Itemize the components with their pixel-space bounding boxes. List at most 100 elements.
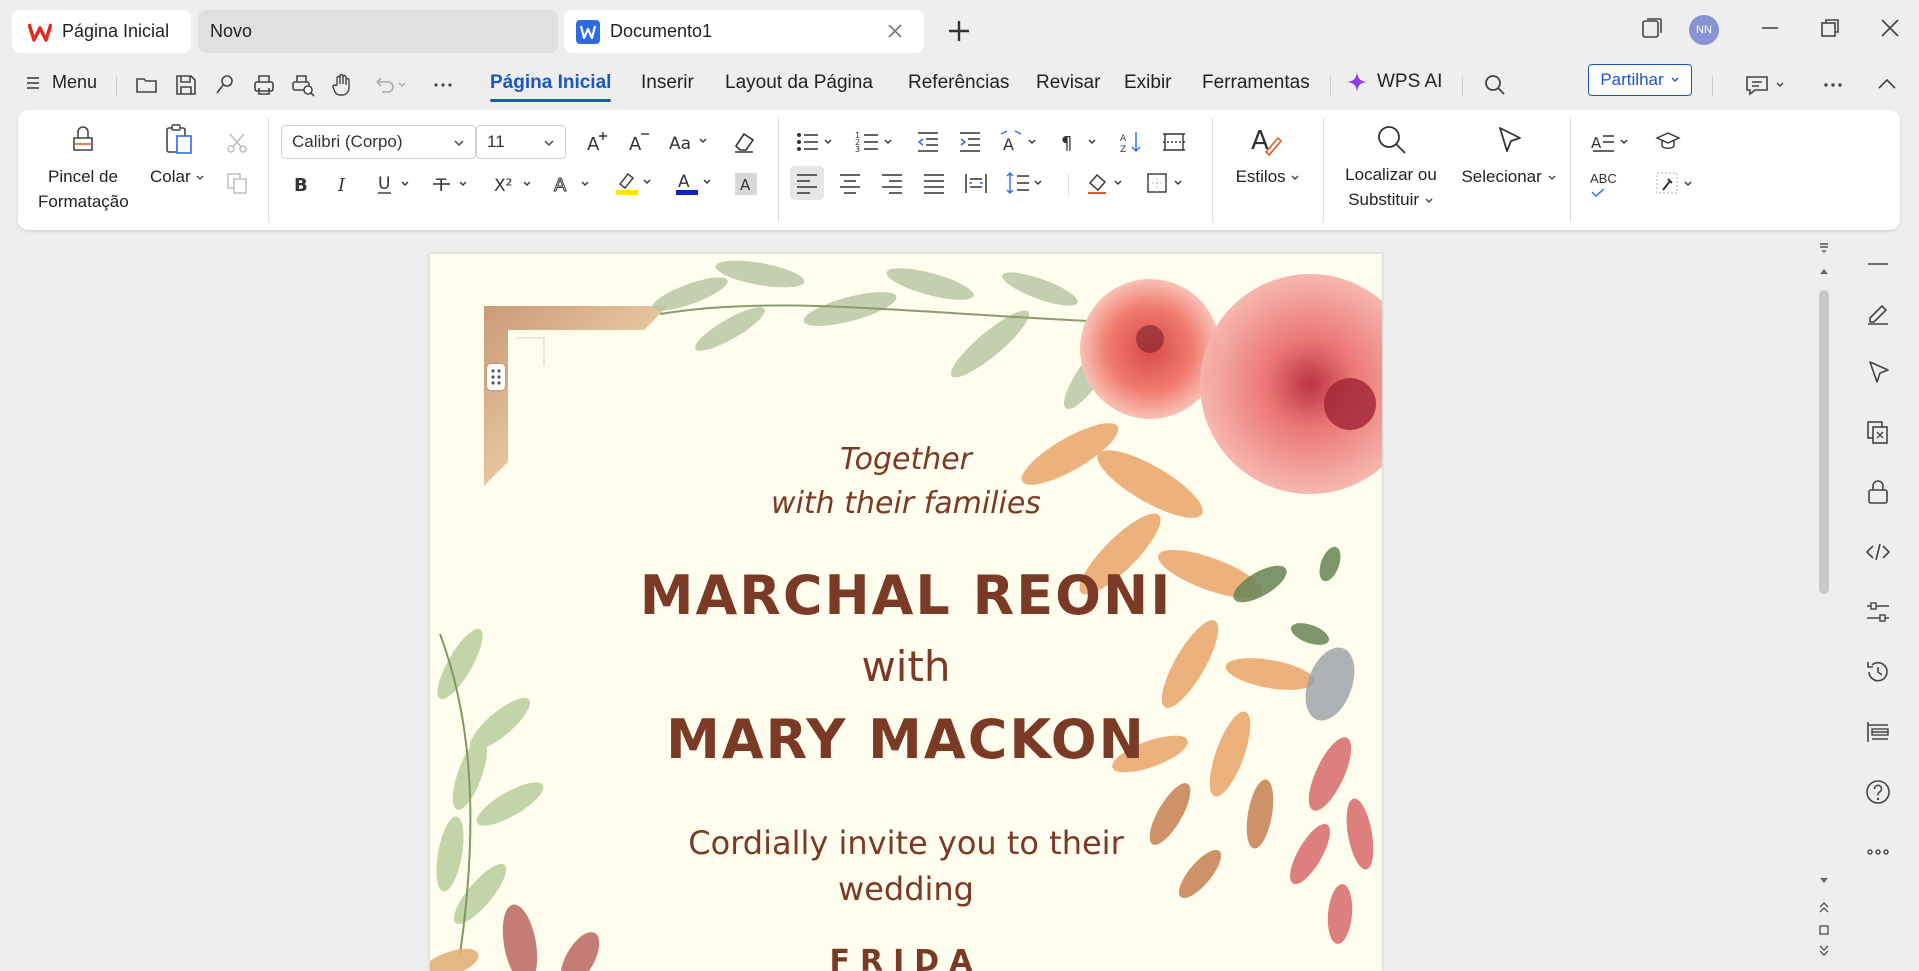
copy-clear-icon[interactable] [1862,416,1894,448]
find-replace-button[interactable]: Localizar ou Substituir [1336,122,1446,222]
scrollbar-thumb[interactable] [1819,290,1829,594]
tab-pagina-inicial[interactable]: Página Inicial [490,72,612,102]
numbering-icon[interactable]: 123 [854,128,900,156]
adjust-icon[interactable] [1862,596,1894,628]
browse-object-icon[interactable] [1818,924,1830,936]
chevron-down-icon [196,175,204,180]
document-page[interactable]: Together with their families MARCHAL REO… [430,254,1382,971]
hand-tool-icon[interactable] [329,72,355,98]
justify-icon[interactable] [920,169,948,197]
italic-icon[interactable]: I [330,170,358,198]
tab-exibir[interactable]: Exibir [1124,72,1172,94]
decrease-indent-icon[interactable] [914,128,942,156]
cut-icon[interactable] [224,130,250,156]
select-button[interactable]: Selecionar [1454,122,1564,222]
navigation-icon[interactable] [1862,716,1894,748]
document-tools-icon[interactable] [1654,170,1700,198]
search-icon[interactable] [1482,72,1508,98]
window-layout-icon[interactable] [1640,16,1664,40]
tab-new[interactable]: Novo [198,10,558,53]
close-tab-icon[interactable] [886,22,904,40]
minimize-icon[interactable] [1758,16,1782,40]
more-sidebar-icon[interactable] [1862,836,1894,868]
change-case-icon[interactable]: Aa [668,128,714,156]
tab-inserir[interactable]: Inserir [641,72,694,94]
bullets-icon[interactable] [794,128,840,156]
print-preview-icon[interactable] [290,72,316,98]
distributed-icon[interactable] [962,169,990,197]
font-size-select[interactable]: 11 [476,125,566,159]
shading-icon[interactable] [1084,169,1130,197]
spell-check-button[interactable]: ABC [1590,170,1620,198]
split-view-icon[interactable] [1817,240,1831,254]
scroll-up-icon[interactable] [1818,266,1830,276]
underline-icon[interactable]: U [372,170,418,198]
text-tools-icon[interactable]: A [1590,128,1636,156]
next-page-icon[interactable] [1818,944,1830,958]
shrink-font-icon[interactable]: A [626,128,654,156]
strikethrough-icon[interactable]: T [430,170,476,198]
line-spacing-icon[interactable] [1004,169,1050,197]
sort-icon[interactable]: AZ [1118,128,1146,156]
paste-button[interactable]: Colar [150,120,210,190]
show-marks-icon[interactable]: ¶ [1058,128,1104,156]
borders-icon[interactable] [1144,169,1190,197]
scroll-down-icon[interactable] [1818,876,1830,886]
new-tab-icon[interactable] [946,18,972,44]
wps-ai-button[interactable]: WPS AI [1345,70,1442,94]
close-window-icon[interactable] [1878,16,1902,40]
grow-font-icon[interactable]: A [584,128,612,156]
comment-icon[interactable] [1744,72,1788,98]
avatar[interactable]: NN [1689,15,1719,45]
character-shading-icon[interactable]: A [732,170,760,198]
increase-indent-icon[interactable] [956,128,984,156]
text-direction-icon[interactable]: A [998,128,1044,156]
code-icon[interactable] [1862,536,1894,568]
bold-icon[interactable]: B [288,170,316,198]
superscript-icon[interactable]: X² [492,170,538,198]
avatar-initials: NN [1696,24,1712,36]
tab-layout[interactable]: Layout da Página [725,72,873,94]
format-painter-button[interactable]: Pincel de Formatação [38,120,129,224]
text-effects-icon[interactable]: A [552,170,598,198]
table-layout-icon[interactable] [1160,128,1188,156]
select-pointer-icon[interactable] [1862,356,1894,388]
tab-document[interactable]: Documento1 [564,10,924,53]
open-folder-icon[interactable] [134,72,160,98]
align-center-icon[interactable] [836,169,864,197]
collapse-ribbon-icon[interactable] [1874,72,1900,98]
menu-button[interactable]: Menu [24,72,97,93]
styles-button[interactable]: A Estilos [1228,122,1308,222]
collapse-sidebar-icon[interactable] [1862,248,1894,280]
clear-format-icon[interactable] [730,128,758,156]
more-quick-icon[interactable] [430,72,456,98]
copy-icon[interactable] [224,170,250,196]
save-icon[interactable] [173,72,199,98]
align-left-button[interactable] [790,166,824,200]
lock-icon[interactable] [1862,476,1894,508]
tab-revisar[interactable]: Revisar [1036,72,1100,94]
highlight-color-icon[interactable] [612,168,658,198]
tab-referencias[interactable]: Referências [908,72,1009,94]
tab-home[interactable]: Página Inicial [12,10,191,53]
more-options-icon[interactable] [1820,72,1846,98]
academic-icon[interactable] [1654,128,1682,156]
previous-page-icon[interactable] [1818,900,1830,914]
svg-text:A: A [587,134,600,155]
undo-icon[interactable] [372,72,408,98]
divider [778,118,779,222]
print-icon[interactable] [251,72,277,98]
restore-icon[interactable] [1818,16,1842,40]
drag-handle[interactable] [487,364,505,390]
align-right-icon[interactable] [878,169,906,197]
help-icon[interactable] [1862,776,1894,808]
svg-text:A: A [678,172,690,192]
pen-icon[interactable] [1862,296,1894,328]
tab-ferramentas[interactable]: Ferramentas [1202,72,1310,94]
history-icon[interactable] [1862,656,1894,688]
format-painter-quick-icon[interactable] [212,72,238,98]
share-button[interactable]: Partilhar [1588,64,1692,96]
font-color-icon[interactable]: A [672,168,718,198]
vertical-scrollbar[interactable] [1815,236,1833,971]
font-name-select[interactable]: Calibri (Corpo) [281,125,476,159]
